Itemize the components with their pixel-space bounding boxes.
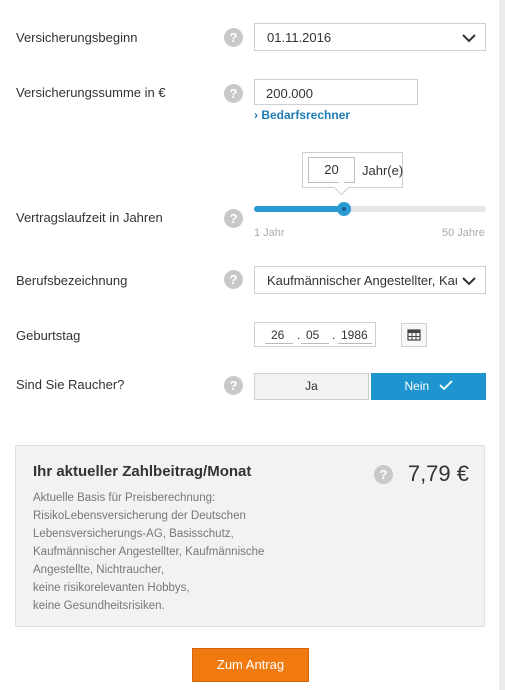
description-line: keine Gesundheitsrisiken. (33, 600, 165, 612)
description-line: RisikoLebensversicherung der Deutschen (33, 510, 246, 522)
smoker-label: Sind Sie Raucher? (16, 377, 125, 392)
date-separator: . (297, 328, 301, 342)
description-line: Angestellte, Nichtraucher, (33, 564, 165, 576)
start-select[interactable]: 01.11.2016 (254, 23, 486, 51)
term-max-label: 50 Jahre (442, 227, 485, 239)
bedarfsrechner-link[interactable]: › Bedarfsrechner (254, 108, 350, 122)
calendar-icon (407, 329, 421, 341)
smoker-yes-label: Ja (305, 379, 318, 393)
sum-value: 200.000 (266, 86, 313, 101)
birthday-field[interactable]: 26 . 05 . 1986 (254, 322, 376, 347)
job-help-icon[interactable]: ? (224, 270, 243, 289)
sum-label: Versicherungssumme in € (16, 85, 166, 100)
sum-input[interactable]: 200.000 (254, 79, 418, 105)
chevron-down-icon (462, 277, 476, 286)
birthday-day[interactable]: 26 (271, 328, 284, 342)
term-input[interactable]: 20 (308, 157, 355, 183)
term-label: Vertragslaufzeit in Jahren (16, 210, 163, 225)
price-summary-box: Ihr aktueller Zahlbeitrag/Monat ? 7,79 €… (15, 445, 485, 627)
start-value: 01.11.2016 (267, 30, 332, 45)
smoker-yes-button[interactable]: Ja (254, 373, 369, 400)
summary-description: Aktuelle Basis für Preisberechnung: Risi… (33, 489, 293, 615)
birthday-year[interactable]: 1986 (341, 328, 368, 342)
term-min-label: 1 Jahr (254, 227, 285, 239)
term-tooltip: 20 Jahr(e) (302, 152, 403, 188)
description-line: Kaufmännischer Angestellter, Kaufmännisc… (33, 546, 265, 558)
start-help-icon[interactable]: ? (224, 28, 243, 47)
smoker-no-label: Nein (404, 379, 430, 393)
sum-help-icon[interactable]: ? (224, 84, 243, 103)
smoker-no-button[interactable]: Nein (371, 373, 486, 400)
job-value: Kaufmännischer Angestellter, Kaufm (267, 273, 457, 288)
birthday-label: Geburtstag (16, 328, 81, 343)
calendar-button[interactable] (401, 323, 427, 347)
summary-help-icon[interactable]: ? (374, 465, 393, 484)
monthly-price: 7,79 € (407, 461, 469, 486)
term-unit: Jahr(e) (362, 163, 404, 178)
description-line: Aktuelle Basis für Preisberechnung: (33, 492, 216, 504)
checkmark-icon (438, 380, 453, 391)
year-underline (338, 343, 372, 344)
zum-antrag-button[interactable]: Zum Antrag (192, 648, 309, 682)
description-line: Lebensversicherungs-AG, Basisschutz, (33, 528, 234, 540)
chevron-down-icon (462, 34, 476, 43)
month-underline (301, 343, 329, 344)
job-label: Berufsbezeichnung (16, 273, 128, 288)
day-underline (265, 343, 293, 344)
start-label: Versicherungsbeginn (16, 30, 138, 45)
description-line: keine risikorelevanten Hobbys, (33, 582, 190, 594)
term-slider-track[interactable] (254, 206, 486, 212)
smoker-help-icon[interactable]: ? (224, 376, 243, 395)
summary-title: Ihr aktueller Zahlbeitrag/Monat (33, 463, 252, 480)
date-separator: . (332, 328, 336, 342)
term-help-icon[interactable]: ? (224, 209, 243, 228)
scrollbar[interactable] (499, 0, 505, 690)
birthday-month[interactable]: 05 (306, 328, 319, 342)
term-slider-fill (254, 206, 344, 212)
term-slider-handle[interactable] (337, 202, 351, 216)
job-select[interactable]: Kaufmännischer Angestellter, Kaufm (254, 266, 486, 294)
